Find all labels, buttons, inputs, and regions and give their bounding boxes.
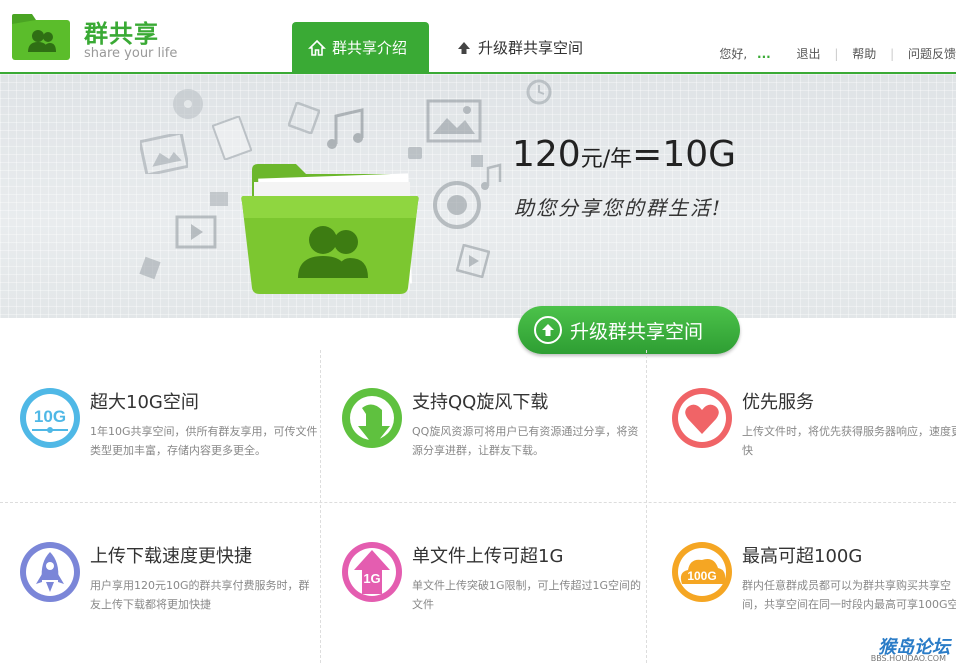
feature-description: QQ旋风资源可将用户已有资源通过分享，将资源分享进群，让群友下载。 [412,425,639,457]
badge-text: 10G [34,407,66,426]
help-link[interactable]: 帮助 [852,45,876,62]
image-icon [140,134,188,174]
features-grid: 10G 超大10G空间 1年10G共享空间，供所有群友享用，可传文件类型更加丰富… [0,340,956,663]
feature-single-file-1g: 1G 单文件上传可超1G 单文件上传突破1G限制，可上传超过1G空间的文件 [340,540,650,663]
feature-title: 单文件上传可超1G [412,546,564,567]
banner-slogan: 助您分享您的群生活! [514,196,723,220]
hero-banner: 120元/年=10G 助您分享您的群生活! [0,74,956,318]
play-icon [456,244,490,278]
divider: | [890,47,895,61]
tab-upgrade-space[interactable]: 升级群共享空间 [440,22,599,74]
film-icon [210,192,228,206]
tab-group-share-intro[interactable]: 群共享介绍 [292,22,429,74]
1g-upload-icon: 1G [342,542,402,602]
feature-priority-service: 优先服务 上传文件时，将优先获得服务器响应，速度更快 [670,386,956,516]
photo-icon [288,102,320,134]
tab-label: 升级群共享空间 [478,39,584,57]
forum-watermark-url: BBS.HOUDAO.COM [870,654,946,663]
badge-text: 100G [687,569,716,583]
feature-title: 上传下载速度更快捷 [90,546,252,567]
upload-arrow-icon [458,42,470,54]
landscape-photo-icon [426,99,482,143]
logo-subtitle: share your life [84,46,178,61]
price-equals: = [632,134,663,175]
file-icon [139,256,161,280]
tab-label: 群共享介绍 [332,39,408,57]
price-headline: 120元/年=10G [512,134,736,175]
music-note-icon [327,108,364,149]
logout-link[interactable]: 退出 [797,45,821,62]
price-space: 10G [662,134,737,175]
group-share-logo-icon[interactable] [10,12,72,62]
feature-title: 超大10G空间 [90,392,199,413]
10g-storage-icon: 10G [20,388,80,448]
feature-title: 支持QQ旋风下载 [412,392,549,413]
feature-description: 上传文件时，将优先获得服务器响应，速度更快 [742,425,956,457]
feature-faster-transfer: 上传下载速度更快捷 用户享用120元10G的群共享付费服务时，群友上传下载都将更… [18,540,328,663]
green-folder-icon [241,164,419,294]
download-arrow-icon [342,388,402,448]
logo-title: 群共享 [84,20,159,48]
user-bar: 您好, ... 退出 | 帮助 | 问题反馈 [719,45,956,62]
rocket-icon [20,542,80,602]
badge-text: 1G [363,571,380,586]
feature-10g-space: 10G 超大10G空间 1年10G共享空间，供所有群友享用，可传文件类型更加丰富… [18,386,328,516]
feature-description: 单文件上传突破1G限制，可上传超过1G空间的文件 [412,579,642,611]
100g-cloud-icon: 100G [672,542,732,602]
clock-icon [526,79,552,105]
feature-title: 最高可超100G [742,546,863,567]
price-unit: 元/年 [580,147,633,172]
greeting: 您好, [719,47,748,61]
image-small-icon [471,155,483,167]
price-amount: 120 [512,134,581,175]
feature-description: 1年10G共享空间，供所有群友享用，可传文件类型更加丰富，存储内容更多更全。 [90,425,318,457]
feature-description: 用户享用120元10G的群共享付费服务时，群友上传下载都将更加快捷 [90,579,310,611]
heart-icon [672,388,732,448]
home-icon [308,39,326,56]
feature-title: 优先服务 [742,392,814,413]
feature-qq-xuanfeng-download: 支持QQ旋风下载 QQ旋风资源可将用户已有资源通过分享，将资源分享进群，让群友下… [340,386,650,516]
play-video-icon [175,215,217,249]
feedback-link[interactable]: 问题反馈 [908,45,956,62]
disc-icon [173,89,203,119]
feature-description: 群内任意群成员都可以为群共享购买共享空间，共享空间在同一时段内最高可享100G空… [742,579,956,611]
cd-icon [433,181,481,229]
username[interactable]: ... [757,47,771,61]
top-header: 群共享 share your life 群共享介绍 升级群共享空间 您好, ..… [0,0,956,74]
document-icon [212,116,252,160]
divider: | [834,47,839,61]
